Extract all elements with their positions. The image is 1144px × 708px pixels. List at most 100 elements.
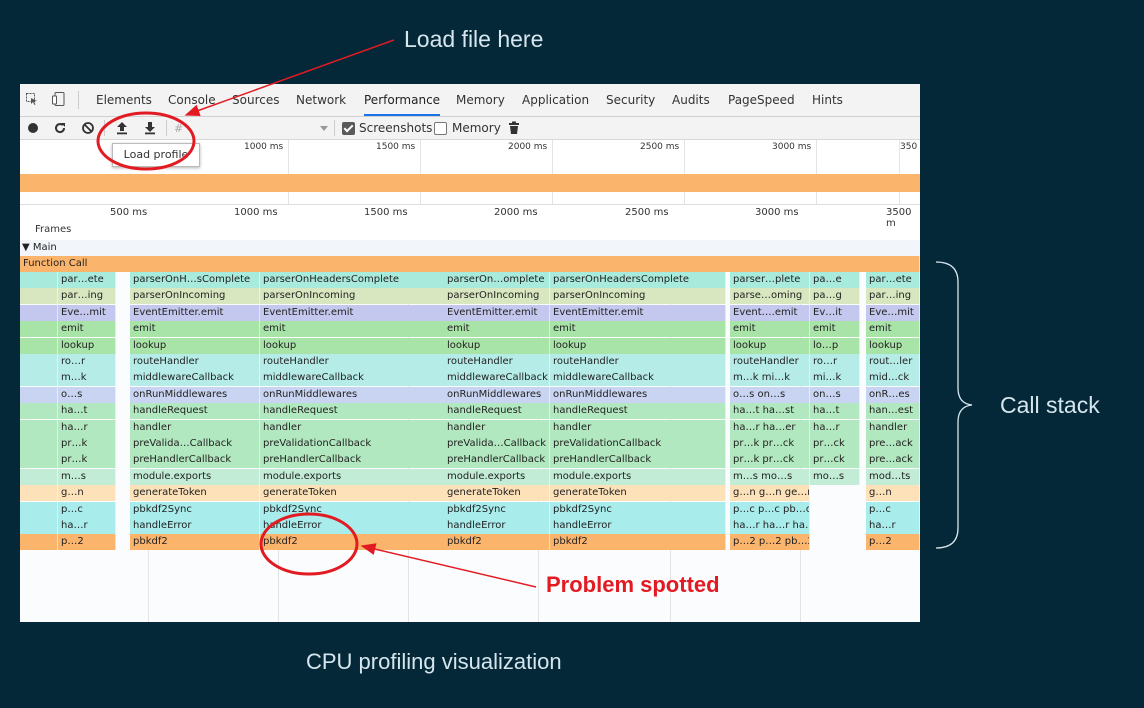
flame-frame[interactable]: parserOnIncoming — [130, 288, 260, 305]
flame-frame[interactable]: pa…e — [810, 272, 860, 288]
flame-frame[interactable]: mid…ck — [866, 370, 920, 387]
flame-frame[interactable]: p…c p…c pb…c — [730, 501, 810, 518]
flame-frame[interactable]: parserOnH…sComplete — [130, 272, 260, 288]
flame-frame[interactable]: preHandlerCallback — [444, 452, 550, 469]
flame-frame[interactable]: preHandlerCallback — [260, 452, 445, 469]
flame-frame[interactable]: EventEmitter.emit — [260, 304, 445, 321]
flame-frame[interactable]: emit — [810, 321, 860, 338]
tab-application[interactable]: Application — [522, 84, 589, 116]
flame-frame[interactable]: onRunMiddlewares — [444, 386, 550, 403]
flame-frame[interactable]: lookup — [550, 337, 726, 354]
tab-pagespeed[interactable]: PageSpeed — [728, 84, 795, 116]
flame-frame[interactable]: ha…t ha…st — [730, 403, 810, 420]
flame-frame[interactable]: generateToken — [550, 485, 726, 502]
flame-frame[interactable]: o…s on…s — [730, 386, 810, 403]
flame-frame[interactable]: par…ete — [866, 272, 920, 288]
flame-frame[interactable]: par…ing — [58, 288, 116, 305]
tab-sources[interactable]: Sources — [232, 84, 279, 116]
flame-frame[interactable]: lookup — [730, 337, 810, 354]
flame-frame[interactable]: onRunMiddlewares — [550, 386, 726, 403]
flame-frame[interactable]: preValidationCallback — [550, 436, 726, 452]
flame-frame[interactable]: module.exports — [444, 468, 550, 485]
flame-frame[interactable]: ha…r — [866, 518, 920, 534]
flame-frame[interactable]: pbkdf2Sync — [550, 501, 726, 518]
flame-frame[interactable]: Event….emit — [730, 304, 810, 321]
flame-frame[interactable]: m…s — [58, 468, 116, 485]
flame-frame[interactable]: lookup — [444, 337, 550, 354]
reload-icon[interactable] — [52, 120, 68, 136]
flame-frame[interactable]: parse…oming — [730, 288, 810, 305]
flame-frame[interactable]: ha…r — [810, 419, 860, 436]
flame-frame[interactable]: emit — [730, 321, 810, 338]
tab-console[interactable]: Console — [168, 84, 216, 116]
upload-icon[interactable] — [114, 120, 130, 136]
flame-frame[interactable]: mo…s — [810, 468, 860, 485]
flame-frame[interactable]: routeHandler — [130, 354, 260, 370]
function-call-bar[interactable]: Function Call — [20, 256, 920, 272]
flame-frame[interactable]: ha…r ha…r ha…or — [730, 518, 810, 534]
flame-frame[interactable]: routeHandler — [550, 354, 726, 370]
flame-frame[interactable]: rout…ler — [866, 354, 920, 370]
flame-frame[interactable]: pbkdf2 — [550, 534, 726, 551]
flame-frame[interactable]: pr…ck — [810, 452, 860, 469]
flame-frame[interactable]: ha…t — [810, 403, 860, 420]
flame-frame[interactable]: g…n — [58, 485, 116, 502]
flame-frame[interactable]: handleError — [444, 518, 550, 534]
flame-frame[interactable]: handler — [130, 419, 260, 436]
flame-frame[interactable]: generateToken — [260, 485, 445, 502]
flame-frame[interactable]: handleRequest — [550, 403, 726, 420]
download-icon[interactable] — [142, 120, 158, 136]
flame-frame[interactable]: pre…ack — [866, 436, 920, 452]
flame-frame[interactable]: pbkdf2Sync — [130, 501, 260, 518]
flame-frame[interactable]: p…2 p…2 pb…2 — [730, 534, 810, 551]
tab-network[interactable]: Network — [296, 84, 346, 116]
flame-frame[interactable]: routeHandler — [260, 354, 445, 370]
flame-frame[interactable]: preHandlerCallback — [550, 452, 726, 469]
flame-frame[interactable]: handleError — [260, 518, 445, 534]
hash-icon[interactable]: # — [170, 120, 186, 136]
flame-frame[interactable]: g…n g…n ge…n — [730, 485, 810, 502]
flame-frame[interactable]: emit — [866, 321, 920, 338]
flame-frame[interactable]: onRunMiddlewares — [130, 386, 260, 403]
flame-frame[interactable]: lookup — [130, 337, 260, 354]
flame-frame[interactable]: EventEmitter.emit — [444, 304, 550, 321]
flame-frame[interactable]: Ev…it — [810, 304, 860, 321]
flame-frame[interactable]: lookup — [866, 337, 920, 354]
flame-frame[interactable]: generateToken — [444, 485, 550, 502]
flame-frame[interactable]: par…ete — [58, 272, 116, 288]
flame-frame[interactable]: pr…k — [58, 452, 116, 469]
frames-track[interactable]: Frames — [20, 220, 920, 240]
flame-frame[interactable]: Eve…mit — [866, 304, 920, 321]
flame-frame[interactable]: pbkdf2 — [444, 534, 550, 551]
flame-frame[interactable]: module.exports — [130, 468, 260, 485]
flame-frame[interactable]: par…ing — [866, 288, 920, 305]
flame-frame[interactable]: emit — [58, 321, 116, 338]
memory-checkbox[interactable] — [434, 122, 447, 135]
flame-frame[interactable]: on…s — [810, 386, 860, 403]
flame-frame[interactable]: o…s — [58, 386, 116, 403]
tab-hints[interactable]: Hints — [812, 84, 843, 116]
flame-frame[interactable]: pbkdf2 — [130, 534, 260, 551]
flame-frame[interactable]: mi…k — [810, 370, 860, 387]
flame-frame[interactable]: onR…es — [866, 386, 920, 403]
flame-frame[interactable]: lookup — [260, 337, 445, 354]
flame-frame[interactable]: emit — [130, 321, 260, 338]
flame-frame[interactable]: preValidationCallback — [260, 436, 445, 452]
flame-frame[interactable]: handler — [260, 419, 445, 436]
flame-frame[interactable]: middlewareCallback — [550, 370, 726, 387]
flame-frame[interactable]: preHandlerCallback — [130, 452, 260, 469]
tab-memory[interactable]: Memory — [456, 84, 505, 116]
flame-frame[interactable]: m…s mo…s — [730, 468, 810, 485]
flame-frame[interactable]: lookup — [58, 337, 116, 354]
flame-frame[interactable]: preValida…Callback — [444, 436, 550, 452]
flame-frame[interactable]: ro…r — [58, 354, 116, 370]
flame-frame[interactable]: module.exports — [550, 468, 726, 485]
flame-frame[interactable]: p…2 — [58, 534, 116, 551]
flame-frame[interactable]: parserOn…omplete — [444, 272, 550, 288]
flame-frame[interactable]: middlewareCallback — [444, 370, 550, 387]
flame-frame[interactable]: onRunMiddlewares — [260, 386, 445, 403]
clear-icon[interactable] — [80, 120, 96, 136]
tab-performance[interactable]: Performance — [364, 84, 441, 116]
flame-frame[interactable]: mod…ts — [866, 468, 920, 485]
flame-frame[interactable]: g…n — [866, 485, 920, 502]
